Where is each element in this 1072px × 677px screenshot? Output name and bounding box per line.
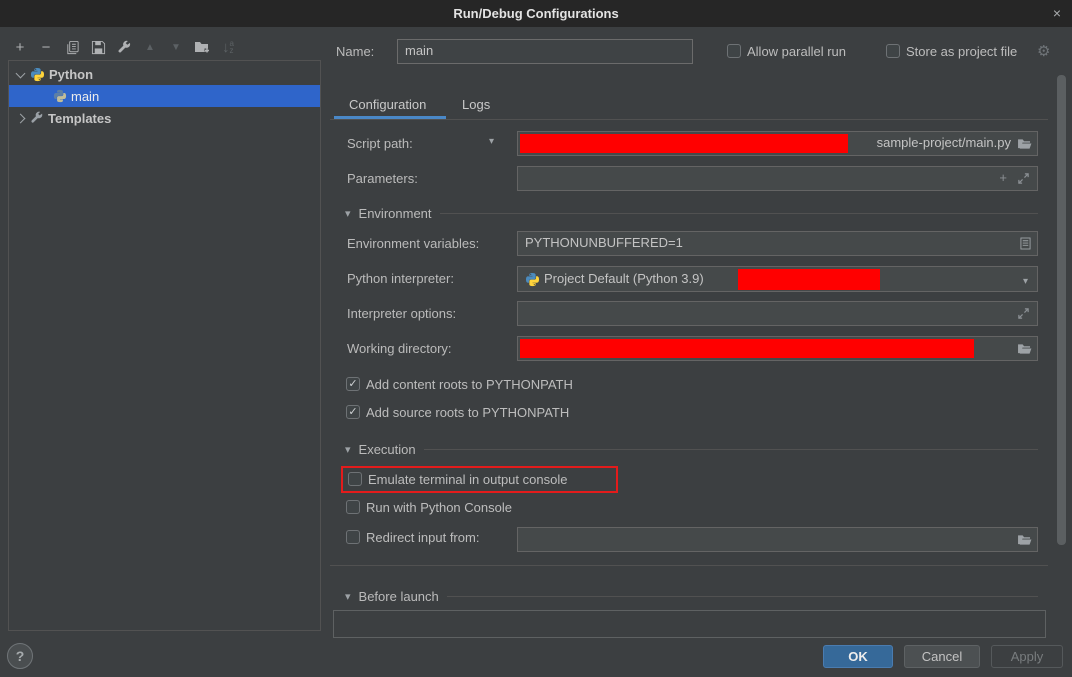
add-configuration-icon[interactable]: + bbox=[12, 39, 28, 55]
add-source-roots-label: Add source roots to PYTHONPATH bbox=[366, 405, 569, 420]
scrollbar-thumb[interactable] bbox=[1057, 75, 1066, 545]
tree-item-python[interactable]: Python bbox=[9, 63, 320, 85]
tree-item-label: Python bbox=[49, 67, 93, 82]
env-vars-label: Environment variables: bbox=[347, 236, 479, 251]
working-directory-input[interactable] bbox=[517, 336, 1038, 361]
redaction-box bbox=[520, 134, 848, 153]
env-vars-input[interactable]: PYTHONUNBUFFERED=1 bbox=[517, 231, 1038, 256]
expand-icon[interactable] bbox=[1017, 307, 1030, 320]
help-button[interactable]: ? bbox=[7, 643, 33, 669]
folder-icon[interactable] bbox=[1017, 138, 1032, 150]
edit-templates-icon[interactable] bbox=[116, 39, 132, 55]
section-title: Execution bbox=[359, 442, 416, 457]
move-down-icon: ▼ bbox=[168, 39, 184, 55]
move-up-icon: ▲ bbox=[142, 39, 158, 55]
configurations-tree: Python main Templates bbox=[8, 60, 321, 631]
sort-alphabetically-icon: ↓az bbox=[220, 39, 236, 55]
allow-parallel-run-checkbox[interactable] bbox=[727, 44, 741, 58]
before-launch-section-header[interactable]: ▾ Before launch bbox=[345, 589, 1038, 604]
insert-macro-icon[interactable]: + bbox=[999, 170, 1007, 185]
section-title: Before launch bbox=[359, 589, 439, 604]
environment-section-header[interactable]: ▾ Environment bbox=[345, 206, 1038, 221]
name-label: Name: bbox=[336, 44, 374, 59]
remove-configuration-icon[interactable]: − bbox=[38, 39, 54, 55]
name-input[interactable]: main bbox=[397, 39, 693, 64]
collapse-icon: ▾ bbox=[345, 590, 351, 603]
content-divider bbox=[330, 565, 1048, 566]
run-python-console-checkbox[interactable] bbox=[346, 500, 360, 514]
allow-parallel-run-label: Allow parallel run bbox=[747, 44, 846, 59]
save-configuration-icon[interactable] bbox=[90, 39, 106, 55]
chevron-down-icon: ▾ bbox=[1023, 276, 1028, 287]
configurations-toolbar: + − ▲ ▼ ↓az bbox=[12, 38, 236, 56]
store-as-project-file-checkbox[interactable] bbox=[886, 44, 900, 58]
new-folder-icon[interactable] bbox=[194, 39, 210, 55]
tabs-divider bbox=[330, 119, 1048, 120]
emulate-terminal-checkbox[interactable] bbox=[348, 472, 362, 486]
wrench-icon bbox=[30, 111, 44, 125]
copy-configuration-icon[interactable] bbox=[64, 39, 80, 55]
redirect-input-checkbox[interactable] bbox=[346, 530, 360, 544]
execution-section-header[interactable]: ▾ Execution bbox=[345, 442, 1038, 457]
python-icon bbox=[30, 67, 45, 82]
interpreter-options-label: Interpreter options: bbox=[347, 306, 456, 321]
chevron-down-icon bbox=[16, 68, 26, 78]
apply-button[interactable]: Apply bbox=[991, 645, 1063, 668]
tree-item-label: main bbox=[71, 89, 99, 104]
chevron-right-icon bbox=[16, 113, 26, 123]
parameters-label: Parameters: bbox=[347, 171, 418, 186]
interpreter-value: Project Default (Python 3.9) bbox=[544, 271, 704, 286]
emulate-terminal-label: Emulate terminal in output console bbox=[368, 472, 567, 487]
script-path-label: Script path: bbox=[347, 136, 413, 151]
tab-configuration[interactable]: Configuration bbox=[349, 97, 426, 112]
collapse-icon: ▾ bbox=[345, 443, 351, 456]
interpreter-label: Python interpreter: bbox=[347, 271, 454, 286]
interpreter-combobox[interactable]: Project Default (Python 3.9) ▾ bbox=[517, 266, 1038, 292]
folder-icon[interactable] bbox=[1017, 343, 1032, 355]
redaction-box bbox=[520, 339, 974, 358]
python-icon bbox=[53, 89, 67, 103]
script-path-value: sample-project/main.py bbox=[877, 135, 1011, 150]
working-directory-label: Working directory: bbox=[347, 341, 452, 356]
python-icon bbox=[525, 272, 540, 287]
cancel-button[interactable]: Cancel bbox=[904, 645, 980, 668]
redaction-box bbox=[738, 269, 880, 290]
dialog-title: Run/Debug Configurations bbox=[0, 0, 1072, 27]
tree-item-main[interactable]: main bbox=[9, 85, 320, 107]
collapse-icon: ▾ bbox=[345, 207, 351, 220]
check-icon: ✓ bbox=[348, 379, 357, 390]
add-source-roots-checkbox[interactable]: ✓ bbox=[346, 405, 360, 419]
tree-item-templates[interactable]: Templates bbox=[9, 107, 320, 129]
dialog-titlebar: Run/Debug Configurations × bbox=[0, 0, 1072, 27]
ok-button[interactable]: OK bbox=[823, 645, 893, 668]
redirect-input-label: Redirect input from: bbox=[366, 530, 479, 545]
check-icon: ✓ bbox=[348, 407, 357, 418]
section-title: Environment bbox=[359, 206, 432, 221]
parameters-input[interactable]: + bbox=[517, 166, 1038, 191]
close-icon[interactable]: × bbox=[1042, 0, 1072, 27]
gear-icon[interactable]: ⚙ bbox=[1037, 42, 1050, 60]
browse-variables-icon[interactable] bbox=[1020, 237, 1031, 250]
script-path-dropdown-icon[interactable]: ▾ bbox=[489, 136, 494, 147]
run-debug-configurations-dialog: Run/Debug Configurations × + − ▲ ▼ ↓az bbox=[0, 0, 1072, 677]
add-content-roots-label: Add content roots to PYTHONPATH bbox=[366, 377, 573, 392]
folder-icon[interactable] bbox=[1017, 534, 1032, 546]
env-vars-value: PYTHONUNBUFFERED=1 bbox=[525, 235, 683, 250]
redirect-input-file-input[interactable] bbox=[517, 527, 1038, 552]
script-path-input[interactable]: sample-project/main.py bbox=[517, 131, 1038, 156]
add-content-roots-checkbox[interactable]: ✓ bbox=[346, 377, 360, 391]
annotation-highlight: Emulate terminal in output console bbox=[341, 466, 618, 493]
expand-icon[interactable] bbox=[1017, 172, 1030, 185]
before-launch-list[interactable] bbox=[333, 610, 1046, 638]
run-python-console-label: Run with Python Console bbox=[366, 500, 512, 515]
tree-item-label: Templates bbox=[48, 111, 111, 126]
interpreter-options-input[interactable] bbox=[517, 301, 1038, 326]
store-as-project-file-label: Store as project file bbox=[906, 44, 1017, 59]
tab-logs[interactable]: Logs bbox=[462, 97, 490, 112]
